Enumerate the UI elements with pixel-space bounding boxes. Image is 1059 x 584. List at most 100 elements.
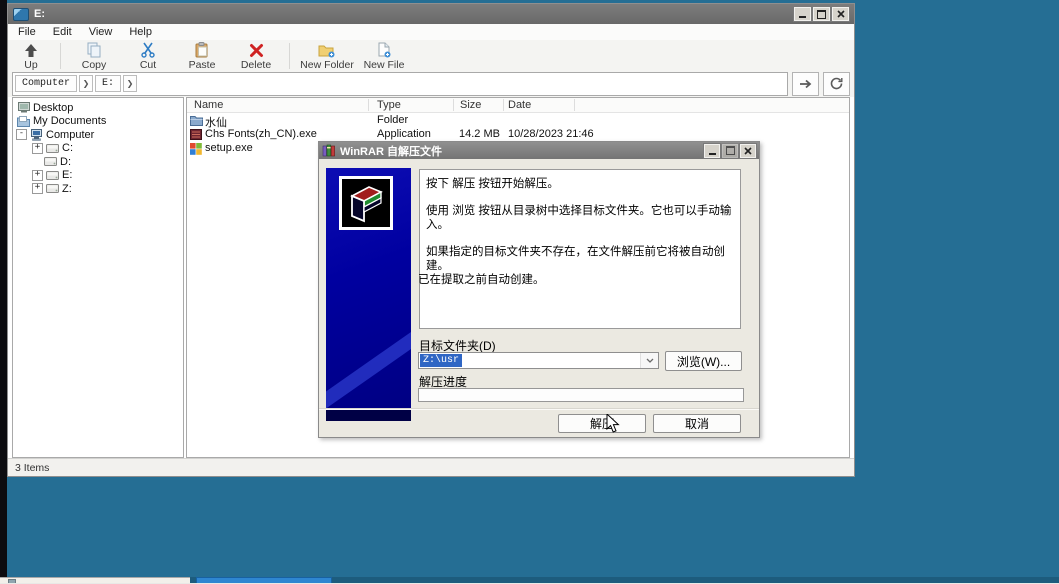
tree-item-desktop[interactable]: Desktop <box>13 101 183 115</box>
file-name: Chs Fonts(zh_CN).exe <box>205 128 317 140</box>
delete-button[interactable]: Delete <box>229 42 283 71</box>
go-button[interactable] <box>792 72 819 96</box>
explorer-titlebar[interactable]: E: <box>8 4 854 24</box>
instruction-line: 使用 浏览 按钮从目录树中选择目标文件夹。它也可以手动输入。 <box>426 204 734 232</box>
list-header[interactable]: Name Type Size Date <box>187 98 849 113</box>
cancel-button[interactable]: 取消 <box>653 414 741 433</box>
file-row-folder[interactable]: 水仙 Folder <box>187 114 849 128</box>
menu-help[interactable]: Help <box>129 26 152 38</box>
refresh-button[interactable] <box>823 72 850 96</box>
cut-icon <box>140 42 156 58</box>
desktop: E: File Edit View Help Up Copy <box>0 0 1059 584</box>
drive-icon <box>13 8 29 21</box>
combo-dropdown-button[interactable] <box>640 353 658 368</box>
toolbar-separator <box>60 43 61 69</box>
maximize-icon <box>817 10 826 19</box>
tree-label: My Documents <box>33 115 106 127</box>
dialog-close-button[interactable] <box>740 144 756 158</box>
copy-button[interactable]: Copy <box>67 42 121 71</box>
column-divider[interactable] <box>368 99 369 111</box>
up-icon <box>23 43 39 58</box>
close-icon <box>837 10 845 18</box>
new-folder-button[interactable]: New Folder <box>296 42 358 71</box>
tree-item-computer[interactable]: - Computer <box>13 128 183 142</box>
tree-label: Desktop <box>33 102 73 114</box>
folder-icon <box>190 115 202 126</box>
up-button[interactable]: Up <box>8 42 54 71</box>
tree-label: Computer <box>46 129 94 141</box>
new-folder-icon <box>318 43 336 58</box>
menubar: File Edit View Help <box>8 24 854 41</box>
close-icon <box>744 147 752 155</box>
minimize-icon <box>799 16 806 18</box>
close-button[interactable] <box>832 7 849 21</box>
drive-icon <box>46 169 59 181</box>
go-arrow-icon <box>799 79 813 89</box>
tree-item-my-documents[interactable]: My Documents <box>13 115 183 129</box>
breadcrumb-computer[interactable]: Computer <box>15 75 77 92</box>
file-row-application[interactable]: Chs Fonts(zh_CN).exe Application 14.2 MB… <box>187 128 849 142</box>
dialog-minimize-button[interactable] <box>704 144 720 158</box>
column-type[interactable]: Type <box>377 99 401 111</box>
address-bar: Computer ❯ E: ❯ <box>8 70 854 97</box>
tree-item-drive-e[interactable]: + E: <box>13 169 183 183</box>
expand-icon[interactable]: + <box>32 143 43 154</box>
menu-file[interactable]: File <box>18 26 36 38</box>
breadcrumb-drive-e[interactable]: E: <box>95 75 121 92</box>
winrar-logo <box>339 176 393 230</box>
tree-item-drive-d[interactable]: D: <box>13 155 183 169</box>
breadcrumb-chevron-icon[interactable]: ❯ <box>123 75 137 92</box>
tree-item-drive-z[interactable]: + Z: <box>13 182 183 196</box>
column-size[interactable]: Size <box>460 99 481 111</box>
cut-button[interactable]: Cut <box>121 42 175 71</box>
browse-button[interactable]: 浏览(W)... <box>665 351 742 371</box>
setup-icon <box>190 143 202 154</box>
item-count: 3 Items <box>15 462 49 474</box>
minimize-button[interactable] <box>794 7 811 21</box>
paste-button[interactable]: Paste <box>175 42 229 71</box>
address-field[interactable]: Computer ❯ E: ❯ <box>12 72 788 96</box>
column-date[interactable]: Date <box>508 99 531 111</box>
file-name: setup.exe <box>205 142 253 154</box>
expand-icon[interactable]: + <box>32 170 43 181</box>
winrar-banner-panel <box>326 168 411 421</box>
dialog-title: WinRAR 自解压文件 <box>340 143 442 159</box>
toolbar: Up Copy Cut Paste Delete New Fo <box>8 40 854 73</box>
expand-icon[interactable]: + <box>32 183 43 194</box>
tree-label: E: <box>62 169 72 181</box>
sfx-instructions: 按下 解压 按钮开始解压。 使用 浏览 按钮从目录树中选择目标文件夹。它也可以手… <box>419 169 741 329</box>
extract-button[interactable]: 解压 <box>558 414 646 433</box>
column-divider[interactable] <box>503 99 504 111</box>
destination-value[interactable]: Z:\usr <box>420 354 462 367</box>
file-type: Application <box>377 128 431 140</box>
status-bar: 3 Items <box>8 458 854 476</box>
collapse-icon[interactable]: - <box>16 129 27 140</box>
folder-tree: Desktop My Documents - Computer + C: D: <box>12 97 184 458</box>
column-divider[interactable] <box>574 99 575 111</box>
column-name[interactable]: Name <box>194 99 223 111</box>
browse-label: 浏览(W)... <box>677 353 730 370</box>
instruction-line: 如果指定的目标文件夹不存在，在文件解压前它将被自动创建。 <box>426 245 734 273</box>
desktop-icon <box>17 102 30 114</box>
winrar-sfx-dialog: WinRAR 自解压文件 按下 解压 按钮开始解压。 <box>318 141 760 438</box>
documents-folder-icon <box>17 115 30 127</box>
column-divider[interactable] <box>453 99 454 111</box>
tree-item-drive-c[interactable]: + C: <box>13 142 183 156</box>
menu-view[interactable]: View <box>89 26 113 38</box>
new-file-button[interactable]: New File <box>358 42 410 71</box>
new-file-icon <box>377 42 391 58</box>
breadcrumb-chevron-icon[interactable]: ❯ <box>79 75 93 92</box>
extraction-progress-bar <box>418 388 744 402</box>
destination-combo[interactable]: Z:\usr <box>418 352 659 369</box>
mouse-cursor <box>606 414 620 434</box>
tree-label: C: <box>62 142 73 154</box>
paste-icon <box>194 42 210 58</box>
cancel-label: 取消 <box>685 415 709 432</box>
refresh-icon <box>830 77 843 90</box>
file-date: 10/28/2023 21:46 <box>508 128 594 140</box>
banner-bottom-band <box>326 410 411 421</box>
dialog-titlebar[interactable]: WinRAR 自解压文件 <box>319 142 759 159</box>
menu-edit[interactable]: Edit <box>53 26 72 38</box>
tree-label: Z: <box>62 183 72 195</box>
maximize-button[interactable] <box>813 7 830 21</box>
